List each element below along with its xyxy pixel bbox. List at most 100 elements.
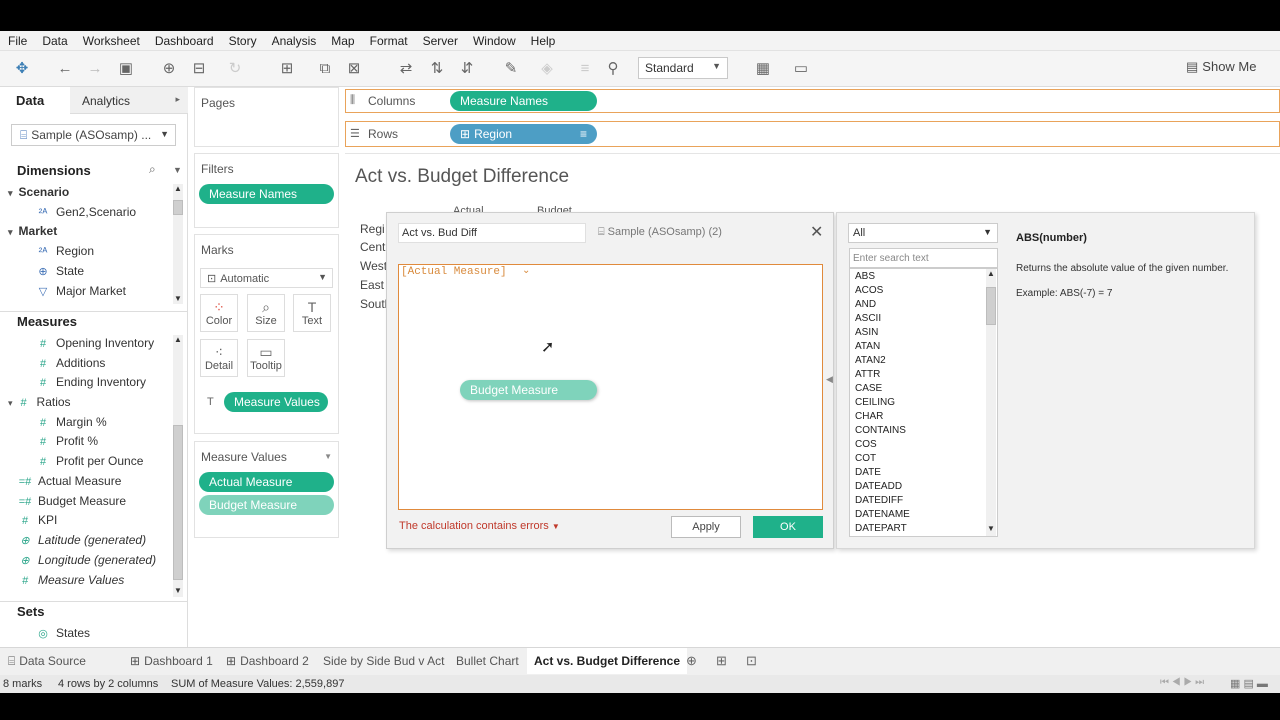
fit-select[interactable]: Standard ▼ xyxy=(638,57,728,79)
close-icon[interactable]: ✕ xyxy=(810,222,823,242)
filter-pill-measure-names[interactable]: Measure Names xyxy=(199,184,334,204)
set-states[interactable]: ◎ States xyxy=(36,626,90,640)
cards-icon[interactable]: ▦ xyxy=(754,60,772,78)
function-category-select[interactable]: All ▼ xyxy=(848,223,998,243)
tab-dashboard-2[interactable]: ⊞ Dashboard 2 xyxy=(226,654,309,668)
scroll-down-icon[interactable]: ▼ xyxy=(987,524,995,533)
function-item[interactable]: COS xyxy=(855,439,877,450)
group-icon[interactable]: ◈ xyxy=(538,60,556,78)
menu-file[interactable]: File xyxy=(8,34,27,48)
presentation-icon[interactable]: ▭ xyxy=(792,60,810,78)
scroll-thumb[interactable] xyxy=(173,425,183,580)
function-item[interactable]: COT xyxy=(855,453,876,464)
menu-map[interactable]: Map xyxy=(331,34,354,48)
menu-dashboard[interactable]: Dashboard xyxy=(155,34,214,48)
calc-name-input[interactable]: Act vs. Bud Diff xyxy=(398,223,586,243)
measure-profit-pct[interactable]: # Profit % xyxy=(36,434,98,448)
function-item[interactable]: ASCII xyxy=(855,313,881,324)
scroll-up-icon[interactable]: ▲ xyxy=(987,269,995,278)
dimensions-scrollbar[interactable]: ▲ ▼ xyxy=(173,184,183,304)
new-datasource-icon[interactable]: ⊕ xyxy=(160,60,178,78)
measure-folder-ratios[interactable]: ▾ # Ratios xyxy=(8,395,71,409)
calc-error-message[interactable]: The calculation contains errors ▼ xyxy=(399,520,560,532)
menu-worksheet[interactable]: Worksheet xyxy=(83,34,140,48)
mark-detail-button[interactable]: ⁖ Detail xyxy=(200,339,238,377)
menu-help[interactable]: Help xyxy=(531,34,556,48)
mark-text-button[interactable]: T Text xyxy=(293,294,331,332)
view-mode-icons[interactable]: ▦ ▤ ▬ xyxy=(1230,677,1268,690)
sort-desc-icon[interactable]: ⇵ xyxy=(458,60,476,78)
dim-region[interactable]: ²ᴬ Region xyxy=(36,244,94,258)
dim-gen2-scenario[interactable]: ²ᴬ Gen2,Scenario xyxy=(36,205,136,219)
pause-updates-icon[interactable]: ⊟ xyxy=(190,60,208,78)
datasource-select[interactable]: ⌸ Sample (ASOsamp) ... ▼ xyxy=(11,124,176,146)
menu-window[interactable]: Window xyxy=(473,34,516,48)
measure-actual[interactable]: =# Actual Measure xyxy=(18,474,122,488)
dim-major-market[interactable]: ▽ Major Market xyxy=(36,284,126,298)
function-item[interactable]: CASE xyxy=(855,383,882,394)
new-worksheet-icon[interactable]: ⊞ xyxy=(278,60,296,78)
tab-bullet-chart[interactable]: Bullet Chart xyxy=(456,654,519,668)
measure-kpi[interactable]: # KPI xyxy=(18,513,57,527)
function-search-input[interactable]: Enter search text xyxy=(849,248,998,268)
redo-icon[interactable]: → xyxy=(86,60,104,78)
mv-pill-budget[interactable]: Budget Measure xyxy=(199,495,334,515)
show-me-button[interactable]: ▤ Show Me xyxy=(1186,59,1257,75)
measure-budget[interactable]: =# Budget Measure xyxy=(18,494,126,508)
measure-profit-per-ounce[interactable]: # Profit per Ounce xyxy=(36,454,143,468)
menu-story[interactable]: Story xyxy=(229,34,257,48)
function-item[interactable]: DATEDIFF xyxy=(855,495,903,506)
mv-pill-actual[interactable]: Actual Measure xyxy=(199,472,334,492)
scroll-thumb[interactable] xyxy=(986,287,996,325)
function-item[interactable]: AND xyxy=(855,299,876,310)
tab-analytics[interactable]: Analytics ▸ xyxy=(70,87,188,114)
scroll-thumb[interactable] xyxy=(173,200,183,215)
new-story-icon[interactable]: ⊡ xyxy=(746,653,757,669)
mark-size-button[interactable]: ⌕ Size xyxy=(247,294,285,332)
highlight-icon[interactable]: ✎ xyxy=(502,60,520,78)
dim-folder-market[interactable]: ▾ Market xyxy=(8,224,57,238)
save-icon[interactable]: ▣ xyxy=(117,60,135,78)
dim-folder-scenario[interactable]: ▾ Scenario xyxy=(8,185,69,199)
scroll-down-icon[interactable]: ▼ xyxy=(174,586,182,595)
menu-data[interactable]: Data xyxy=(42,34,67,48)
columns-pill-measure-names[interactable]: Measure Names xyxy=(450,91,597,111)
mark-color-button[interactable]: ⁘ Color xyxy=(200,294,238,332)
measures-scrollbar[interactable]: ▲ ▼ xyxy=(173,335,183,597)
apply-button[interactable]: Apply xyxy=(671,516,741,538)
measure-additions[interactable]: # Additions xyxy=(36,356,105,370)
function-item[interactable]: DATEADD xyxy=(855,481,902,492)
clear-sheet-icon[interactable]: ⊠ xyxy=(345,60,363,78)
rows-pill-region[interactable]: ⊞ Region ≡ xyxy=(450,124,597,144)
measure-opening-inventory[interactable]: # Opening Inventory xyxy=(36,336,154,350)
search-icon[interactable]: ⌕ xyxy=(149,162,156,177)
tableau-logo-icon[interactable]: ✥ xyxy=(13,60,31,78)
scroll-up-icon[interactable]: ▲ xyxy=(174,335,182,344)
tab-data[interactable]: Data xyxy=(0,87,70,114)
tab-side-by-side[interactable]: Side by Side Bud v Act xyxy=(323,654,444,668)
measure-values-field[interactable]: # Measure Values xyxy=(18,573,124,587)
function-item[interactable]: ACOS xyxy=(855,285,883,296)
labels-icon[interactable]: ≡ xyxy=(576,60,594,78)
tab-act-vs-budget[interactable]: Act vs. Budget Difference xyxy=(527,648,688,674)
sheet-nav-icons[interactable]: ⏮ ◀ ▶ ⏭ xyxy=(1160,677,1204,688)
function-item[interactable]: ABS xyxy=(855,271,875,282)
chevron-down-icon[interactable]: ▼ xyxy=(324,452,332,461)
scroll-up-icon[interactable]: ▲ xyxy=(174,184,182,193)
pin-icon[interactable]: ⚲ xyxy=(604,60,622,78)
menu-server[interactable]: Server xyxy=(423,34,458,48)
function-item[interactable]: ATTR xyxy=(855,369,880,380)
mark-type-select[interactable]: ⊡ Automatic ▼ xyxy=(200,268,333,288)
measure-margin-pct[interactable]: # Margin % xyxy=(36,415,107,429)
undo-icon[interactable]: ← xyxy=(56,60,74,78)
ok-button[interactable]: OK xyxy=(753,516,823,538)
measure-latitude[interactable]: ⊕ Latitude (generated) xyxy=(18,533,146,547)
function-item[interactable]: DATEPART xyxy=(855,523,907,534)
function-item[interactable]: CEILING xyxy=(855,397,895,408)
function-item[interactable]: DATE xyxy=(855,467,881,478)
function-item[interactable]: CHAR xyxy=(855,411,883,422)
measure-ending-inventory[interactable]: # Ending Inventory xyxy=(36,375,146,389)
measure-longitude[interactable]: ⊕ Longitude (generated) xyxy=(18,553,156,567)
dim-state[interactable]: ⊕ State xyxy=(36,264,84,278)
duplicate-icon[interactable]: ⧉ xyxy=(316,60,334,78)
